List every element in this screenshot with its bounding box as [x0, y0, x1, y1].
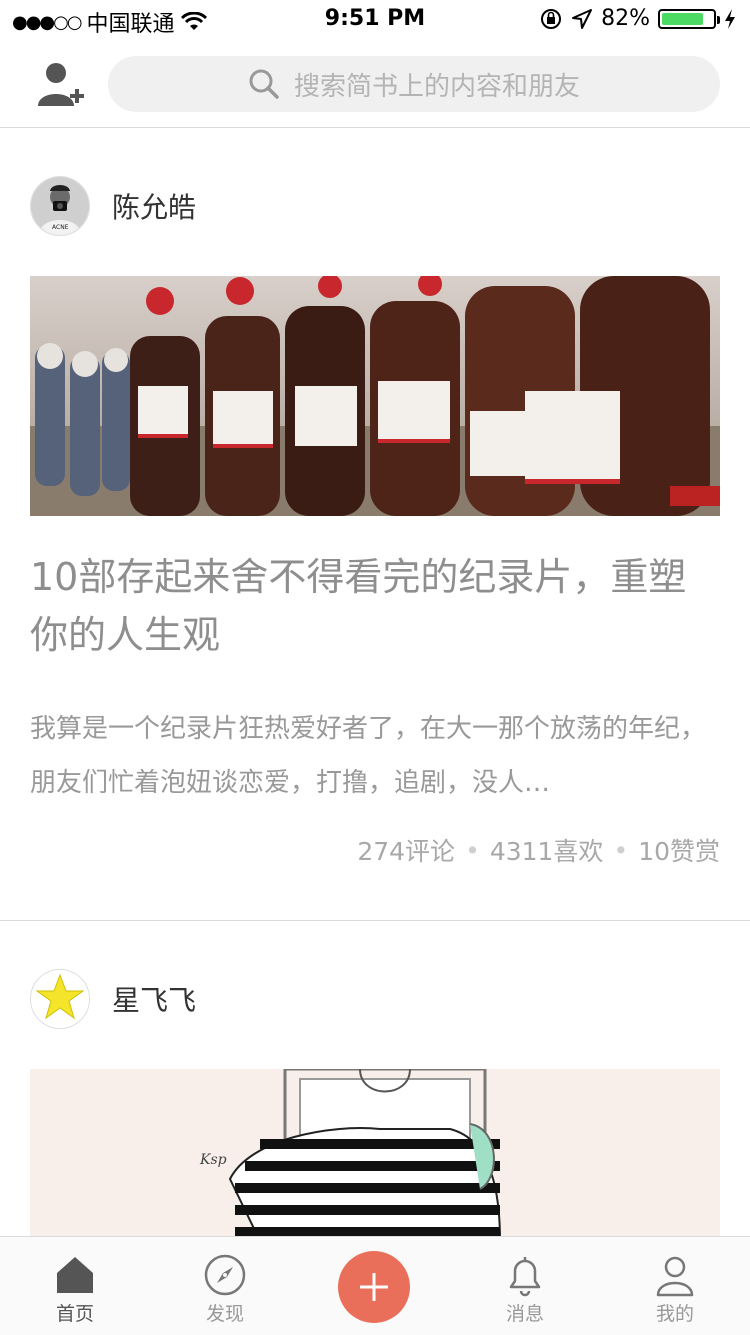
home-icon [57, 1257, 93, 1293]
user-icon [656, 1256, 694, 1297]
article-title[interactable]: 10部存起来舍不得看完的纪录片，重塑你的人生观 [30, 548, 720, 664]
plus-icon [360, 1273, 388, 1301]
compass-icon [204, 1254, 246, 1296]
tab-discover[interactable]: 发现 [175, 1253, 275, 1326]
tab-messages[interactable]: 消息 [475, 1253, 575, 1326]
tab-bar: 首页 发现 消息 我的 [0, 1236, 750, 1335]
author-row[interactable]: 星飞飞 [30, 969, 196, 1029]
tab-label: 我的 [655, 1303, 694, 1325]
top-header: 搜索简书上的内容和朋友 [0, 40, 750, 128]
avatar[interactable] [30, 969, 90, 1029]
orientation-lock-icon [541, 8, 562, 29]
comment-count: 274评论 [357, 837, 456, 866]
like-count: 4311喜欢 [489, 837, 604, 866]
svg-text:Ksp: Ksp [199, 1152, 227, 1168]
battery-percent: 82% [601, 6, 650, 31]
tab-home[interactable]: 首页 [25, 1253, 125, 1326]
search-icon [249, 69, 279, 99]
reward-count: 10赞赏 [638, 837, 720, 866]
tab-label: 发现 [205, 1303, 244, 1325]
tab-label: 首页 [55, 1303, 94, 1325]
status-right: 82% [539, 6, 736, 31]
svg-text:ACNE: ACNE [52, 224, 69, 231]
location-icon [572, 8, 593, 29]
charging-icon [725, 8, 735, 29]
separator-dot: • [613, 835, 629, 865]
search-placeholder: 搜索简书上的内容和朋友 [293, 71, 580, 102]
tab-me[interactable]: 我的 [625, 1253, 725, 1326]
search-bar[interactable]: 搜索简书上的内容和朋友 [108, 56, 720, 112]
separator-dot: • [465, 835, 480, 865]
avatar[interactable]: ACNE [30, 176, 90, 236]
author-name[interactable]: 星飞飞 [112, 979, 196, 1019]
article-thumbnail[interactable]: Ksp [30, 1069, 720, 1241]
author-name[interactable]: 陈允皓 [112, 186, 196, 226]
add-user-icon[interactable] [36, 60, 86, 110]
tab-label: 消息 [505, 1303, 544, 1325]
feed-card[interactable]: 星飞飞 Ksp [0, 921, 750, 1241]
battery-icon [658, 8, 720, 29]
feed-card[interactable]: ACNE 陈允皓 10部存起来舍不得看完的纪录片，重塑你的人生观 我算是一个纪录… [0, 128, 750, 921]
battery-fill [662, 12, 703, 25]
article-thumbnail[interactable] [30, 276, 720, 516]
article-excerpt: 我算是一个纪录片狂热爱好者了，在大一那个放荡的年纪，朋友们忙着泡妞谈恋爱，打撸，… [30, 714, 707, 798]
article-meta: 274评论 • 4311喜欢 • 10赞赏 [357, 832, 720, 868]
write-button[interactable] [338, 1251, 410, 1323]
bell-icon [509, 1257, 541, 1297]
author-row[interactable]: ACNE 陈允皓 [30, 176, 196, 236]
status-bar: ●●●○○ 中国联通 9:51 PM 82% [0, 0, 750, 40]
